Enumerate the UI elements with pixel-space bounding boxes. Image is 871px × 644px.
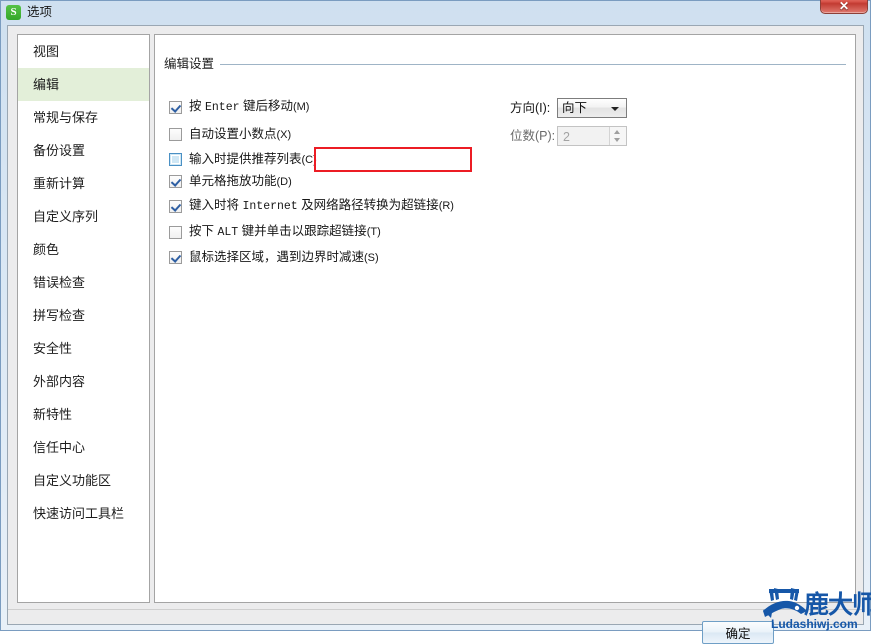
sidebar-item-label: 编辑 <box>33 77 60 92</box>
checkbox-label-5: 按下 ALT 键并单击以跟踪超链接(T) <box>189 224 381 239</box>
chevron-down-icon <box>611 107 619 111</box>
site-watermark: 鹿大师 Ludashiwj.com <box>758 587 871 632</box>
close-icon: ✕ <box>838 0 850 13</box>
sidebar-item-label: 外部内容 <box>33 374 86 389</box>
direction-value: 向下 <box>562 101 588 115</box>
checkbox-0[interactable] <box>169 100 182 114</box>
category-sidebar[interactable]: 视图编辑常规与保存备份设置重新计算自定义序列颜色错误检查拼写检查安全性外部内容新… <box>17 34 150 603</box>
sidebar-item-label: 自定义功能区 <box>33 473 112 488</box>
sidebar-item-label: 信任中心 <box>33 440 86 455</box>
group-title: 编辑设置 <box>164 57 221 71</box>
sidebar-item-13[interactable]: 自定义功能区 <box>18 464 149 497</box>
sidebar-item-label: 快速访问工具栏 <box>33 506 125 521</box>
sidebar-item-label: 视图 <box>33 44 60 59</box>
sidebar-item-label: 重新计算 <box>33 176 86 191</box>
sidebar-item-label: 安全性 <box>33 341 73 356</box>
close-button[interactable]: ✕ <box>820 0 868 14</box>
dialog-client-area: 视图编辑常规与保存备份设置重新计算自定义序列颜色错误检查拼写检查安全性外部内容新… <box>7 25 864 644</box>
checkbox-row-0[interactable]: 按 Enter 键后移动(M) <box>169 99 309 115</box>
sidebar-item-10[interactable]: 外部内容 <box>18 365 149 398</box>
sidebar-item-1[interactable]: 编辑 <box>18 68 149 101</box>
window-title: 选项 <box>27 5 53 19</box>
checkbox-row-5[interactable]: 按下 ALT 键并单击以跟踪超链接(T) <box>169 224 381 240</box>
settings-panel: 编辑设置 按 Enter 键后移动(M) 自动设置小数点(X) 输入时提供推荐列表(… <box>154 34 856 603</box>
watermark-cn-text: 鹿大师 <box>804 591 871 619</box>
checkbox-1[interactable] <box>169 128 182 141</box>
title-bar: S 选项 <box>1 1 870 23</box>
checkbox-label-6: 鼠标选择区域，遇到边界时减速(S) <box>189 250 379 264</box>
sidebar-item-label: 自定义序列 <box>33 209 99 224</box>
sidebar-item-7[interactable]: 错误检查 <box>18 266 149 299</box>
direction-label: 方向(I): <box>510 101 551 115</box>
wps-spreadsheet-icon: S <box>6 4 21 20</box>
highlight-annotation <box>314 147 472 172</box>
sidebar-item-12[interactable]: 信任中心 <box>18 431 149 464</box>
sidebar-item-label: 常规与保存 <box>33 110 99 125</box>
checkbox-label-0: 按 Enter 键后移动(M) <box>189 99 310 114</box>
stepper-down-icon[interactable] <box>614 138 620 142</box>
checkbox-row-2[interactable]: 输入时提供推荐列表(C) <box>169 152 317 167</box>
checkbox-label-2: 输入时提供推荐列表(C) <box>189 152 317 166</box>
checkbox-label-4: 键入时将 Internet 及网络路径转换为超链接(R) <box>189 198 454 213</box>
sidebar-item-label: 拼写检查 <box>33 308 86 323</box>
options-window: S 选项 ✕ 视图编辑常规与保存备份设置重新计算自定义序列颜色错误检查拼写检查安… <box>0 0 871 644</box>
group-divider <box>164 64 846 65</box>
sidebar-item-label: 错误检查 <box>33 275 86 290</box>
decimal-places-label: 位数(P): <box>510 129 556 143</box>
sidebar-item-4[interactable]: 重新计算 <box>18 167 149 200</box>
checkbox-4[interactable] <box>169 199 182 213</box>
checkbox-row-6[interactable]: 鼠标选择区域，遇到边界时减速(S) <box>169 250 379 265</box>
sidebar-item-2[interactable]: 常规与保存 <box>18 101 149 134</box>
sidebar-item-14[interactable]: 快速访问工具栏 <box>18 497 149 530</box>
sidebar-item-11[interactable]: 新特性 <box>18 398 149 431</box>
checkbox-row-4[interactable]: 键入时将 Internet 及网络路径转换为超链接(R) <box>169 198 454 214</box>
checkbox-label-3: 单元格拖放功能(D) <box>189 174 292 188</box>
checkbox-5[interactable] <box>169 225 182 239</box>
checkbox-6[interactable] <box>169 251 182 264</box>
checkbox-row-3[interactable]: 单元格拖放功能(D) <box>169 174 292 189</box>
checkbox-label-1: 自动设置小数点(X) <box>189 127 292 141</box>
checkbox-2[interactable] <box>169 153 182 166</box>
sidebar-item-8[interactable]: 拼写检查 <box>18 299 149 332</box>
sidebar-item-label: 备份设置 <box>33 143 86 158</box>
checkbox-row-1[interactable]: 自动设置小数点(X) <box>169 127 291 142</box>
sidebar-item-label: 新特性 <box>33 407 73 422</box>
stepper-buttons[interactable] <box>609 127 626 145</box>
stepper-up-icon[interactable] <box>614 130 620 134</box>
sidebar-item-label: 颜色 <box>33 242 60 257</box>
watermark-en-text: Ludashiwj.com <box>771 617 858 631</box>
checkbox-3[interactable] <box>169 175 182 188</box>
decimal-places-stepper[interactable]: 2 <box>557 126 627 146</box>
direction-dropdown[interactable]: 向下 <box>557 98 627 118</box>
sidebar-item-9[interactable]: 安全性 <box>18 332 149 365</box>
footer-divider <box>8 609 863 610</box>
sidebar-item-0[interactable]: 视图 <box>18 35 149 68</box>
sidebar-item-6[interactable]: 颜色 <box>18 233 149 266</box>
sidebar-item-3[interactable]: 备份设置 <box>18 134 149 167</box>
sidebar-item-5[interactable]: 自定义序列 <box>18 200 149 233</box>
decimal-places-value: 2 <box>563 130 570 144</box>
